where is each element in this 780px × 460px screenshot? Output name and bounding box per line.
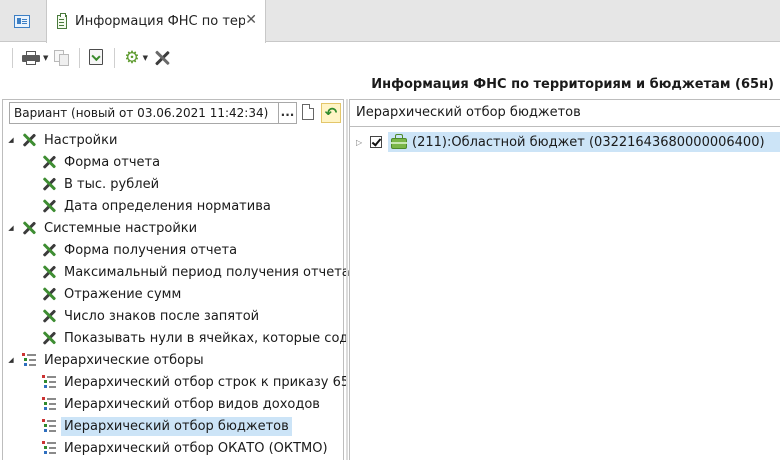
tree-item-label: Дата определения норматива (64, 198, 271, 214)
hierarchy-icon (41, 374, 57, 390)
tree-item[interactable]: ◢ Настройки (7, 129, 120, 151)
copy-button[interactable] (51, 47, 73, 69)
export-button[interactable] (86, 47, 108, 69)
hierarchy-icon (41, 396, 57, 412)
budget-label: (211):Областной бюджет (0322164368000000… (412, 134, 765, 150)
tree-item-label: Показывать нули в ячейках, которые содер (64, 330, 365, 346)
tree-item-label: Форма получения отчета (64, 242, 238, 258)
tools-icon (154, 50, 170, 66)
new-document-icon (302, 104, 314, 120)
print-dropdown-icon[interactable]: ▼ (43, 54, 48, 62)
report-title: Информация ФНС по территориям и бюджетам… (371, 77, 774, 92)
hierarchy-icon (41, 418, 57, 434)
tree-item[interactable]: ◢ Системные настройки (7, 217, 200, 239)
budget-case-icon (390, 134, 408, 150)
panel-splitter[interactable] (346, 99, 348, 460)
tree-item[interactable]: Иерархический отбор строк к приказу 65н (41, 371, 361, 393)
tree-item-label: Отражение сумм (64, 286, 182, 302)
variant-field[interactable]: Вариант (новый от 03.06.2021 11:42:34) (9, 102, 279, 124)
tab-label: Информация ФНС по терр... (75, 14, 245, 29)
budget-node[interactable]: (211):Областной бюджет (0322164368000000… (388, 132, 780, 152)
tree-item[interactable]: Иерархический отбор бюджетов (41, 415, 292, 437)
toolbar: ▼ ⚙ ▼ (0, 43, 780, 73)
tree-item[interactable]: Число знаков после запятой (41, 305, 262, 327)
hierarchy-icon (21, 352, 37, 368)
wrench-icon (21, 132, 37, 148)
settings-panel: Вариант (новый от 03.06.2021 11:42:34) .… (2, 99, 365, 460)
tree-item[interactable]: ◢ Иерархические отборы (7, 349, 207, 371)
wrench-icon (41, 308, 57, 324)
wrench-icon (41, 286, 57, 302)
wrench-icon (41, 198, 57, 214)
tree-item-label: В тыс. рублей (64, 176, 160, 192)
tree-item[interactable]: Максимальный период получения отчета (41, 261, 353, 283)
budget-tree-row[interactable]: ▷ (211):Областной бюджет (03221643680000… (356, 131, 780, 153)
tree-item-label: Иерархический отбор видов доходов (64, 396, 320, 412)
wrench-icon (41, 242, 57, 258)
tree-item[interactable]: Отражение сумм (41, 283, 184, 305)
tab-fns-report[interactable]: Информация ФНС по терр... ✕ (46, 0, 266, 43)
tree-item[interactable]: Дата определения норматива (41, 195, 274, 217)
toolbar-separator (12, 48, 13, 68)
tree-item[interactable]: Показывать нули в ячейках, которые содер (41, 327, 368, 349)
tree-item-label: Число знаков после запятой (64, 308, 260, 324)
tree-item[interactable]: Иерархический отбор видов доходов (41, 393, 323, 415)
print-button[interactable]: ▼ (19, 47, 51, 69)
budget-checkbox[interactable] (370, 136, 382, 148)
settings-button[interactable]: ⚙ ▼ (121, 47, 151, 69)
collapse-icon[interactable]: ◢ (7, 356, 15, 364)
hierarchy-icon (41, 440, 57, 456)
variant-browse-button[interactable]: ... (279, 102, 297, 124)
tree-item-label: Иерархический отбор строк к приказу 65н (64, 374, 358, 390)
wrench-icon (41, 264, 57, 280)
collapse-icon[interactable]: ◢ (7, 224, 15, 232)
tree-item[interactable]: Иерархический отбор ОКАТО (ОКТМО) (41, 437, 331, 459)
tree-item-label: Иерархические отборы (44, 352, 204, 368)
gear-icon: ⚙ (124, 48, 140, 68)
right-panel-header: Иерархический отбор бюджетов (350, 100, 780, 127)
tab-strip: Информация ФНС по терр... ✕ (0, 0, 780, 43)
tab-close-icon[interactable]: ✕ (245, 13, 257, 27)
tree-item[interactable]: Форма отчета (41, 151, 163, 173)
tools-button[interactable] (151, 47, 173, 69)
tree-item[interactable]: В тыс. рублей (41, 173, 162, 195)
copy-icon (54, 50, 70, 66)
home-tab[interactable] (0, 0, 44, 42)
wrench-icon (41, 330, 57, 346)
tree-item-label: Форма отчета (64, 154, 161, 170)
report-document-icon (57, 12, 67, 29)
export-icon (89, 49, 105, 67)
collapse-icon[interactable]: ◢ (7, 136, 15, 144)
tree-item-label: Настройки (44, 132, 118, 148)
wrench-icon (41, 176, 57, 192)
budget-selection-panel: Иерархический отбор бюджетов ▷ (211):Обл… (349, 99, 780, 460)
tree-item[interactable]: Форма получения отчета (41, 239, 240, 261)
window-icon (14, 14, 30, 28)
variant-bar: Вариант (новый от 03.06.2021 11:42:34) .… (3, 100, 343, 126)
new-variant-button[interactable] (301, 104, 315, 122)
toolbar-separator (79, 48, 81, 68)
tree-item-label: Системные настройки (44, 220, 198, 236)
tree-item-label: Иерархический отбор бюджетов (61, 416, 292, 436)
apply-variant-button[interactable]: ↶ (321, 103, 341, 123)
wrench-icon (41, 154, 57, 170)
tree-item-label: Иерархический отбор ОКАТО (ОКТМО) (64, 440, 328, 456)
expand-icon[interactable]: ▷ (356, 138, 364, 147)
undo-arrow-icon: ↶ (324, 103, 338, 122)
wrench-icon (21, 220, 37, 236)
toolbar-separator (114, 48, 116, 68)
settings-dropdown-icon[interactable]: ▼ (143, 54, 148, 62)
printer-icon (22, 51, 40, 65)
tree-item-label: Максимальный период получения отчета (64, 264, 350, 280)
